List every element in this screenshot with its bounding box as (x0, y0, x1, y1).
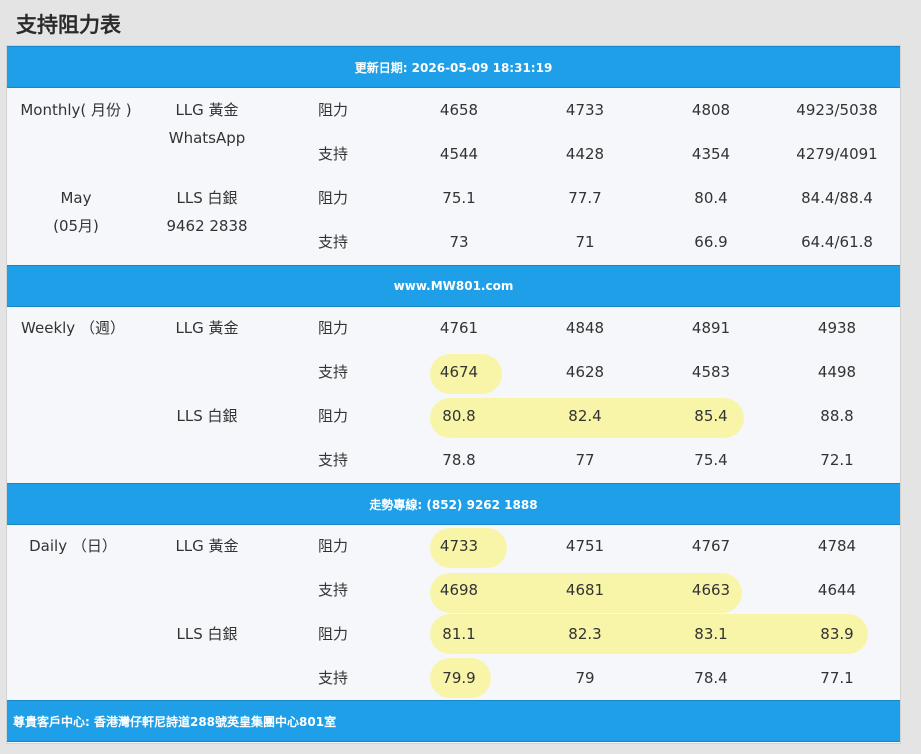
value-cell: 71 (575, 233, 595, 251)
value-cell: 4354 (691, 145, 731, 163)
monthly-month-cn: (05月) (53, 217, 99, 235)
value-cell: 80.8 (442, 407, 476, 425)
value-cell: 83.1 (694, 625, 728, 643)
website-bar: www.MW801.com (7, 265, 900, 307)
value-cell: 82.3 (568, 625, 602, 643)
row-type: 支持 (317, 451, 349, 469)
row-type: 阻力 (317, 537, 349, 555)
row-type: 阻力 (317, 101, 349, 119)
whatsapp-phone: 9462 2838 (166, 217, 248, 235)
daily-gold-label: LLG 黃金 (175, 537, 239, 555)
value-cell: 4891 (691, 319, 731, 337)
value-cell: 75.1 (442, 189, 476, 207)
row-type: 阻力 (317, 319, 349, 337)
value-cell: 79.9 (442, 669, 476, 687)
value-cell: 4681 (565, 581, 605, 599)
monthly-month-en: May (60, 189, 92, 207)
value-cell: 83.9 (820, 625, 854, 643)
row-type: 支持 (317, 581, 349, 599)
value-cell: 4544 (439, 145, 479, 163)
value-cell: 75.4 (694, 451, 728, 469)
value-cell: 78.4 (694, 669, 728, 687)
value-cell: 79 (575, 669, 595, 687)
value-cell: 4938 (817, 319, 857, 337)
row-type: 支持 (317, 363, 349, 381)
value-cell: 4923/5038 (796, 101, 878, 119)
value-cell: 64.4/61.8 (801, 233, 873, 251)
value-cell: 4658 (439, 101, 479, 119)
monthly-period-label: Monthly( 月份 ) (20, 101, 132, 119)
value-cell: 4848 (565, 319, 605, 337)
value-cell: 85.4 (694, 407, 728, 425)
value-cell: 4498 (817, 363, 857, 381)
address-bar: 尊貴客戶中心: 香港灣仔軒尼詩道288號英皇集團中心801室 (7, 700, 900, 742)
value-cell: 4663 (691, 581, 731, 599)
value-cell: 4808 (691, 101, 731, 119)
value-cell: 82.4 (568, 407, 602, 425)
value-cell: 4674 (439, 363, 479, 381)
value-cell: 4761 (439, 319, 479, 337)
daily-period-label: Daily （日） (29, 537, 117, 555)
value-cell: 4279/4091 (796, 145, 878, 163)
highlight-daily-silver-resistance (430, 614, 868, 654)
value-cell: 80.4 (694, 189, 728, 207)
monthly-gold-label: LLG 黃金 (175, 101, 239, 119)
value-cell: 4767 (691, 537, 731, 555)
value-cell: 78.8 (442, 451, 476, 469)
weekly-gold-label: LLG 黃金 (175, 319, 239, 337)
value-cell: 72.1 (820, 451, 854, 469)
weekly-period-label: Weekly （週） (21, 319, 125, 337)
value-cell: 66.9 (694, 233, 728, 251)
value-cell: 77.1 (820, 669, 854, 687)
row-type: 支持 (317, 145, 349, 163)
row-type: 阻力 (317, 407, 349, 425)
daily-silver-label: LLS 白銀 (176, 625, 238, 643)
support-resistance-table: 更新日期: 2026-05-09 18:31:19 www.MW801.com … (6, 45, 901, 744)
value-cell: 4733 (565, 101, 605, 119)
row-type: 支持 (317, 233, 349, 251)
hotline-bar: 走勢專線: (852) 9262 1888 (7, 483, 900, 525)
value-cell: 4698 (439, 581, 479, 599)
row-type: 阻力 (317, 625, 349, 643)
value-cell: 88.8 (820, 407, 854, 425)
whatsapp-label: WhatsApp (168, 129, 246, 147)
value-cell: 4784 (817, 537, 857, 555)
value-cell: 84.4/88.4 (801, 189, 873, 207)
weekly-silver-label: LLS 白銀 (176, 407, 238, 425)
value-cell: 4628 (565, 363, 605, 381)
update-date-bar: 更新日期: 2026-05-09 18:31:19 (7, 46, 900, 88)
value-cell: 77.7 (568, 189, 602, 207)
page-title: 支持阻力表 (16, 13, 121, 37)
value-cell: 77 (575, 451, 595, 469)
value-cell: 4644 (817, 581, 857, 599)
value-cell: 4733 (439, 537, 479, 555)
row-type: 支持 (317, 669, 349, 687)
value-cell: 4751 (565, 537, 605, 555)
value-cell: 73 (449, 233, 469, 251)
value-cell: 81.1 (442, 625, 476, 643)
monthly-silver-label: LLS 白銀 (176, 189, 238, 207)
value-cell: 4428 (565, 145, 605, 163)
value-cell: 4583 (691, 363, 731, 381)
row-type: 阻力 (317, 189, 349, 207)
